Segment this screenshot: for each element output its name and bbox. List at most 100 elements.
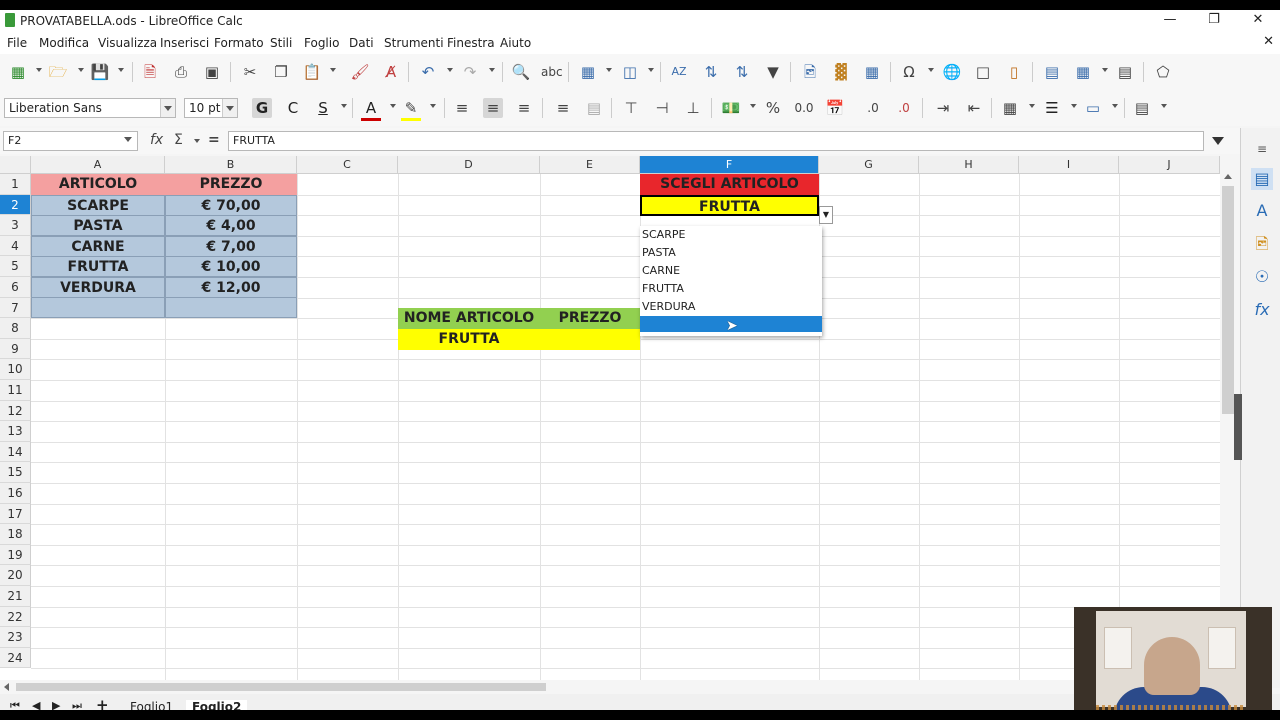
print-icon[interactable]: ⎙ xyxy=(171,62,191,82)
cell-d8[interactable]: FRUTTA xyxy=(398,329,540,350)
row-header-5[interactable]: 5 xyxy=(0,256,31,277)
bold-button[interactable]: G xyxy=(252,98,272,118)
row-header-6[interactable]: 6 xyxy=(0,277,31,298)
font-name-combo[interactable]: Liberation Sans xyxy=(4,98,176,118)
menu-file[interactable]: File xyxy=(7,36,27,50)
cell-b1[interactable]: PREZZO xyxy=(165,174,297,195)
validation-dropdown-button[interactable]: ▼ xyxy=(819,206,833,224)
decrease-indent-icon[interactable]: ⇤ xyxy=(964,98,984,118)
vertical-scroll-thumb[interactable] xyxy=(1222,186,1234,414)
sort-icon[interactable]: AZ xyxy=(669,62,689,82)
list-option-frutta[interactable]: FRUTTA xyxy=(642,282,684,295)
new-document-icon[interactable]: ▦ xyxy=(8,62,28,82)
row-header-11[interactable]: 11 xyxy=(0,380,31,401)
function-wizard-icon[interactable]: fx xyxy=(150,132,163,148)
cell-b5[interactable]: € 10,00 xyxy=(165,256,297,277)
cut-icon[interactable]: ✂ xyxy=(240,62,260,82)
menu-visualizza[interactable]: Visualizza xyxy=(98,36,157,50)
cell-a1[interactable]: ARTICOLO xyxy=(31,174,165,195)
center-vertically-icon[interactable]: ⊣ xyxy=(652,98,672,118)
clone-formatting-icon[interactable]: 🖌 xyxy=(350,62,370,82)
highlight-color-icon[interactable]: ✎ xyxy=(401,98,421,121)
tab-foglio1[interactable]: Foglio1 xyxy=(130,700,173,710)
column-header-i[interactable]: I xyxy=(1019,156,1119,174)
menu-modifica[interactable]: Modifica xyxy=(39,36,89,50)
sort-ascending-icon[interactable]: ⇅ xyxy=(701,62,721,82)
chevron-down-icon[interactable] xyxy=(124,137,132,142)
increase-indent-icon[interactable]: ⇥ xyxy=(933,98,953,118)
list-option-pasta[interactable]: PASTA xyxy=(642,246,676,259)
column-header-e[interactable]: E xyxy=(540,156,640,174)
column-header-f[interactable]: F xyxy=(640,156,819,174)
sidebar-collapse-handle[interactable] xyxy=(1234,394,1242,460)
delete-decimal-icon[interactable]: .0 xyxy=(894,98,914,118)
cell-f2[interactable]: FRUTTA xyxy=(640,195,819,216)
insert-chart-icon[interactable]: ▓ xyxy=(831,62,851,82)
properties-icon[interactable]: ▤ xyxy=(1251,168,1273,190)
column-header-g[interactable]: G xyxy=(819,156,919,174)
show-draw-functions-icon[interactable]: ⬠ xyxy=(1153,62,1173,82)
paste-icon[interactable]: 📋 xyxy=(302,62,322,82)
row-header-7[interactable]: 7 xyxy=(0,297,31,319)
special-character-icon[interactable]: Ω xyxy=(899,62,919,82)
next-sheet-icon[interactable]: ▶ xyxy=(52,699,60,710)
font-size-combo[interactable]: 10 pt xyxy=(184,98,238,118)
align-top-icon[interactable]: ⊤ xyxy=(621,98,641,118)
conditional-format-icon[interactable]: ▤ xyxy=(1132,98,1152,118)
last-sheet-icon[interactable]: ⏭ xyxy=(72,699,82,710)
column-header-h[interactable]: H xyxy=(919,156,1019,174)
number-format-button[interactable]: 0.0 xyxy=(794,98,814,118)
row-header-22[interactable]: 22 xyxy=(0,606,31,628)
previous-sheet-icon[interactable]: ◀ xyxy=(32,699,40,710)
autofilter-icon[interactable]: ▼ xyxy=(763,62,783,82)
row-header-12[interactable]: 12 xyxy=(0,400,31,422)
cell-e8[interactable] xyxy=(540,329,640,350)
menu-strumenti[interactable]: Strumenti xyxy=(384,36,444,50)
cell-a3[interactable]: PASTA xyxy=(31,215,165,236)
freeze-rows-icon[interactable]: ▦ xyxy=(1073,62,1093,82)
formula-input[interactable]: FRUTTA xyxy=(228,131,1204,151)
currency-format-icon[interactable]: 💵 xyxy=(721,98,741,118)
chevron-down-icon[interactable] xyxy=(222,99,237,117)
sum-icon[interactable]: Σ xyxy=(174,132,183,148)
list-option-carne[interactable]: CARNE xyxy=(642,264,680,277)
cell-b6[interactable]: € 12,00 xyxy=(165,277,297,298)
align-right-icon[interactable]: ≡ xyxy=(514,98,534,118)
column-header-d[interactable]: D xyxy=(398,156,540,174)
scroll-left-icon[interactable] xyxy=(4,683,9,691)
date-format-icon[interactable]: 📅 xyxy=(825,98,845,118)
list-option-scarpe[interactable]: SCARPE xyxy=(642,228,685,241)
row-header-20[interactable]: 20 xyxy=(0,565,31,586)
menu-formato[interactable]: Formato xyxy=(214,36,264,50)
row-header-14[interactable]: 14 xyxy=(0,441,31,463)
header-footer-icon[interactable]: ▯ xyxy=(1004,62,1024,82)
close-document-icon[interactable]: ✕ xyxy=(1263,34,1274,49)
redo-icon[interactable]: ↷ xyxy=(460,62,480,82)
row-header-8[interactable]: 8 xyxy=(0,318,31,339)
row-header-16[interactable]: 16 xyxy=(0,483,31,504)
column-header-j[interactable]: J xyxy=(1119,156,1220,174)
menu-dati[interactable]: Dati xyxy=(349,36,374,50)
cell-a5[interactable]: FRUTTA xyxy=(31,256,165,277)
row-header-9[interactable]: 9 xyxy=(0,338,31,360)
row-header-3[interactable]: 3 xyxy=(0,215,31,236)
pivot-table-icon[interactable]: ▦ xyxy=(862,62,882,82)
row-header-15[interactable]: 15 xyxy=(0,462,31,483)
row-header-2[interactable]: 2 xyxy=(0,194,31,216)
maximize-button[interactable]: ❐ xyxy=(1192,10,1236,32)
hyperlink-icon[interactable]: 🌐 xyxy=(942,62,962,82)
borders-icon[interactable]: ▦ xyxy=(1000,98,1020,118)
find-replace-icon[interactable]: 🔍 xyxy=(511,62,531,82)
border-style-icon[interactable]: ☰ xyxy=(1042,98,1062,118)
menu-stili[interactable]: Stili xyxy=(270,36,292,50)
row-header-10[interactable]: 10 xyxy=(0,359,31,380)
menu-aiuto[interactable]: Aiuto xyxy=(500,36,531,50)
align-center-icon[interactable]: ≡ xyxy=(483,98,503,118)
row-header-19[interactable]: 19 xyxy=(0,544,31,566)
cell-b4[interactable]: € 7,00 xyxy=(165,236,297,257)
cell-d7[interactable]: NOME ARTICOLO xyxy=(398,308,540,329)
italic-button[interactable]: C xyxy=(283,98,303,118)
comment-icon[interactable]: □ xyxy=(973,62,993,82)
gallery-icon[interactable]: 🖻 xyxy=(1251,233,1273,255)
tab-foglio2[interactable]: Foglio2 xyxy=(186,700,248,710)
